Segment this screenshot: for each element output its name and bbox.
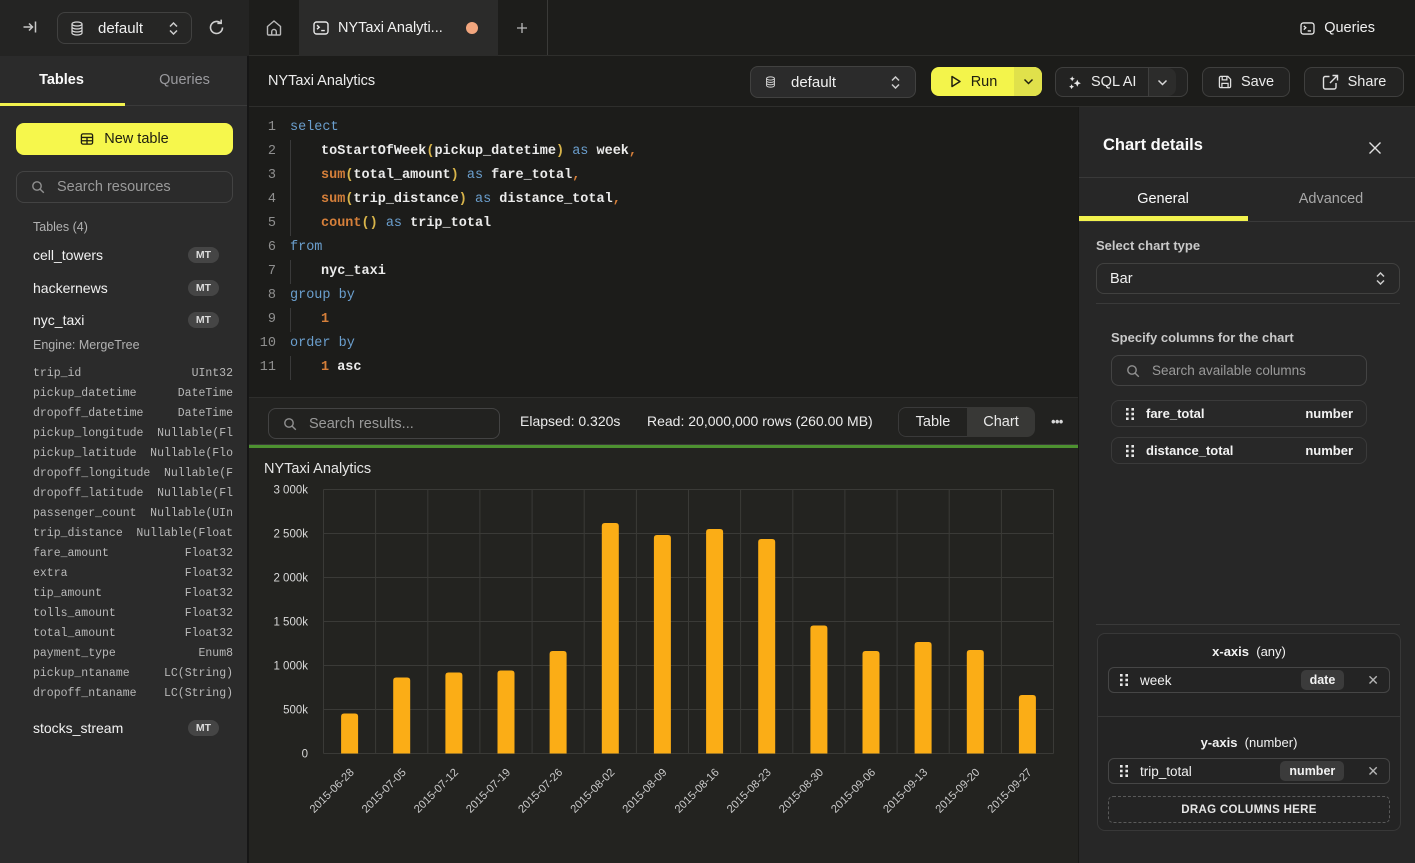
- svg-text:NYTaxi Analytics: NYTaxi Analytics: [264, 461, 371, 477]
- svg-text:2 500k: 2 500k: [273, 529, 308, 541]
- svg-text:3 000k: 3 000k: [273, 485, 308, 497]
- svg-text:2015-07-05: 2015-07-05: [360, 767, 409, 816]
- svg-text:2015-09-13: 2015-09-13: [881, 767, 930, 816]
- svg-text:500k: 500k: [283, 705, 308, 717]
- svg-text:2015-09-06: 2015-09-06: [829, 767, 878, 816]
- svg-text:2015-07-26: 2015-07-26: [516, 767, 565, 816]
- svg-text:2015-08-16: 2015-08-16: [673, 767, 722, 816]
- svg-text:2015-07-12: 2015-07-12: [412, 767, 461, 816]
- svg-text:2015-08-09: 2015-08-09: [621, 767, 670, 816]
- svg-text:1 000k: 1 000k: [273, 661, 308, 673]
- svg-text:2015-09-27: 2015-09-27: [986, 767, 1035, 816]
- svg-text:1 500k: 1 500k: [273, 617, 308, 629]
- svg-text:2015-07-19: 2015-07-19: [464, 767, 513, 816]
- svg-text:2015-09-20: 2015-09-20: [933, 767, 982, 816]
- svg-text:2015-08-30: 2015-08-30: [777, 767, 826, 816]
- svg-text:2015-06-28: 2015-06-28: [308, 767, 357, 816]
- svg-text:2015-08-02: 2015-08-02: [568, 767, 617, 816]
- svg-text:2 000k: 2 000k: [273, 573, 308, 585]
- svg-text:0: 0: [302, 749, 308, 761]
- svg-text:2015-08-23: 2015-08-23: [725, 767, 774, 816]
